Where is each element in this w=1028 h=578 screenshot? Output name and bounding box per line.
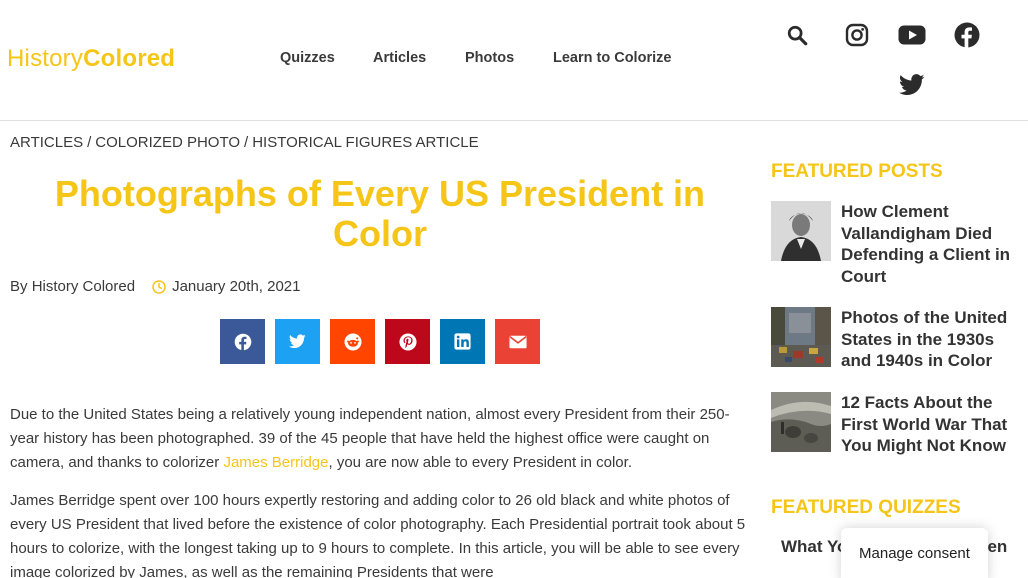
featured-post[interactable]: How Clement Vallandigham Died Defending …: [771, 201, 1021, 286]
twitter-icon: [289, 334, 306, 349]
breadcrumb-colorized-photo[interactable]: Colorized Photo: [95, 134, 240, 151]
breadcrumb-historical-figures-article[interactable]: Historical Figures Article: [252, 134, 478, 151]
share-reddit-button[interactable]: [330, 319, 375, 364]
breadcrumb: Articles / Colorized Photo / Historical Figu…: [10, 134, 479, 151]
twitter-icon[interactable]: [898, 71, 926, 99]
facebook-icon: [234, 333, 251, 351]
article-paragraph-1: Due to the United States being a relativ…: [10, 403, 750, 475]
featured-posts-heading: Featured Posts: [771, 161, 943, 182]
post-thumbnail[interactable]: [771, 307, 831, 367]
article-paragraph-2: James Berridge spent over 100 hours expe…: [10, 492, 746, 578]
paragraph-text: , you are now able to every President in…: [328, 454, 632, 471]
share-pinterest-button[interactable]: [385, 319, 430, 364]
nav-photos[interactable]: Photos: [465, 50, 514, 66]
post-thumbnail[interactable]: [771, 201, 831, 261]
post-meta: By History Colored January 20th, 2021: [10, 278, 301, 295]
post-title-link[interactable]: 12 Facts About the First World War That …: [841, 392, 1021, 457]
share-linkedin-button[interactable]: [440, 319, 485, 364]
share-twitter-button[interactable]: [275, 319, 320, 364]
envelope-icon: [508, 335, 527, 348]
instagram-icon[interactable]: [843, 21, 871, 49]
logo-text-history: History: [7, 45, 84, 72]
post-thumbnail[interactable]: [771, 392, 831, 452]
featured-quizzes-heading: Featured Quizzes: [771, 497, 961, 518]
james-berridge-link[interactable]: James Berridge: [223, 454, 328, 471]
breadcrumb-articles[interactable]: Articles: [10, 134, 83, 151]
post-date-text: January 20th, 2021: [172, 278, 301, 295]
page-title: Photographs of Every US President in Col…: [54, 173, 706, 254]
quiz-title-start: What Yo: [781, 537, 848, 556]
author-prefix: By: [10, 278, 28, 295]
site-logo[interactable]: HistoryColored: [7, 44, 175, 74]
share-facebook-button[interactable]: [220, 319, 265, 364]
logo-text-colored: Colored: [83, 45, 176, 72]
quiz-title-end: en: [987, 537, 1008, 556]
breadcrumb-separator: /: [244, 134, 249, 151]
youtube-icon[interactable]: [898, 21, 926, 49]
author-link[interactable]: History Colored: [32, 278, 135, 295]
post-title-link[interactable]: Photos of the United States in the 1930s…: [841, 307, 1021, 372]
share-email-button[interactable]: [495, 319, 540, 364]
nav-quizzes[interactable]: Quizzes: [280, 50, 335, 66]
share-buttons: [220, 319, 540, 364]
breadcrumb-separator: /: [87, 134, 92, 151]
site-header: HistoryColored Quizzes Articles Photos L…: [0, 0, 1028, 121]
reddit-icon: [343, 332, 362, 351]
pinterest-icon: [398, 332, 417, 351]
post-date: January 20th, 2021: [152, 278, 301, 295]
featured-post[interactable]: 12 Facts About the First World War That …: [771, 392, 1021, 458]
featured-post[interactable]: Photos of the United States in the 1930s…: [771, 307, 1021, 373]
nav-articles[interactable]: Articles: [373, 50, 426, 66]
linkedin-icon: [454, 333, 471, 350]
manage-consent-button[interactable]: Manage consent: [841, 528, 988, 578]
post-title-link[interactable]: How Clement Vallandigham Died Defending …: [841, 201, 1021, 287]
facebook-icon[interactable]: [953, 21, 981, 49]
search-icon[interactable]: [783, 21, 811, 49]
nav-learn-to-colorize[interactable]: Learn to Colorize: [553, 50, 671, 66]
clock-icon: [152, 279, 166, 294]
